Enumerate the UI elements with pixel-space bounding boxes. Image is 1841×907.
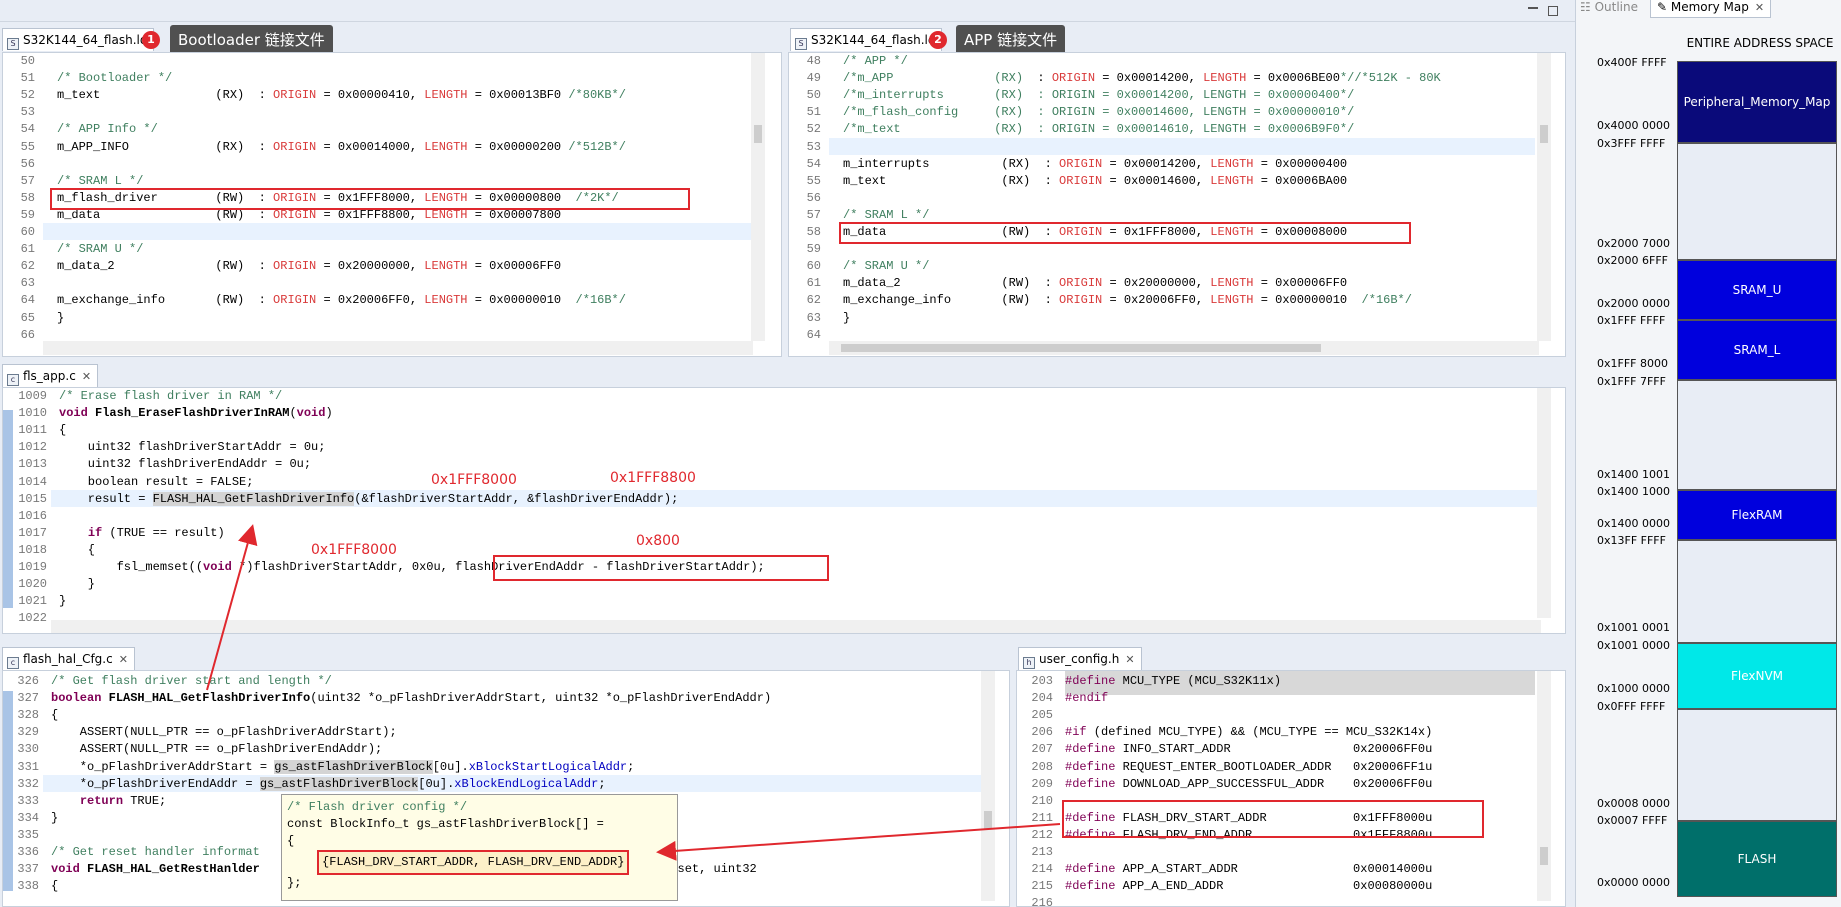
memory-map-icon: ✎ bbox=[1657, 0, 1671, 14]
block-flash[interactable]: FLASH bbox=[1677, 821, 1837, 897]
memory-address-label: 0x1001 0000 bbox=[1597, 639, 1670, 652]
tab-outline[interactable]: ☷ Outline bbox=[1580, 0, 1638, 14]
block-empty-1 bbox=[1677, 143, 1837, 260]
memory-address-label: 0x2000 6FFF bbox=[1597, 254, 1668, 267]
block-empty-4 bbox=[1677, 709, 1837, 821]
memory-address-label: 0x3FFF FFFF bbox=[1597, 137, 1666, 150]
memory-address-label: 0x1FFF FFFF bbox=[1597, 314, 1666, 327]
memory-address-label: 0x400F FFFF bbox=[1597, 56, 1667, 69]
memory-address-label: 0x2000 7000 bbox=[1597, 237, 1670, 250]
memory-address-label: 0x1400 0000 bbox=[1597, 517, 1670, 530]
block-flexram[interactable]: FlexRAM bbox=[1677, 490, 1837, 540]
block-flexnvm[interactable]: FlexNVM bbox=[1677, 643, 1837, 709]
memory-address-label: 0x1FFF 7FFF bbox=[1597, 375, 1666, 388]
memory-address-label: 0x0FFF FFFF bbox=[1597, 700, 1666, 713]
tab-memory-map[interactable]: ✎ Memory Map ✕ bbox=[1650, 0, 1772, 18]
block-sram-u[interactable]: SRAM_U bbox=[1677, 260, 1837, 320]
memory-address-label: 0x1FFF 8000 bbox=[1597, 357, 1668, 370]
block-peripheral[interactable]: Peripheral_Memory_Map bbox=[1677, 61, 1837, 143]
outline-icon: ☷ bbox=[1580, 0, 1595, 14]
memory-address-label: 0x0008 0000 bbox=[1597, 797, 1670, 810]
memory-map-heading: ENTIRE ADDRESS SPACE bbox=[1686, 36, 1834, 50]
memory-address-label: 0x1400 1000 bbox=[1597, 485, 1670, 498]
memory-address-label: 0x0000 0000 bbox=[1597, 876, 1670, 889]
memory-address-label: 0x1001 0001 bbox=[1597, 621, 1670, 634]
block-empty-2 bbox=[1677, 380, 1837, 490]
memory-address-label: 0x4000 0000 bbox=[1597, 119, 1670, 132]
memory-address-label: 0x1400 1001 bbox=[1597, 468, 1670, 481]
memory-address-label: 0x1000 0000 bbox=[1597, 682, 1670, 695]
arrow-to-tooltip bbox=[656, 823, 1061, 861]
arrow-to-getinfo bbox=[206, 524, 258, 691]
memory-address-label: 0x0007 FFFF bbox=[1597, 814, 1668, 827]
block-sram-l[interactable]: SRAM_L bbox=[1677, 320, 1837, 380]
memory-address-label: 0x13FF FFFF bbox=[1597, 534, 1666, 547]
memory-address-label: 0x2000 0000 bbox=[1597, 297, 1670, 310]
close-icon[interactable]: ✕ bbox=[1755, 1, 1764, 14]
annotation-arrows bbox=[206, 524, 1061, 861]
block-empty-3 bbox=[1677, 540, 1837, 643]
